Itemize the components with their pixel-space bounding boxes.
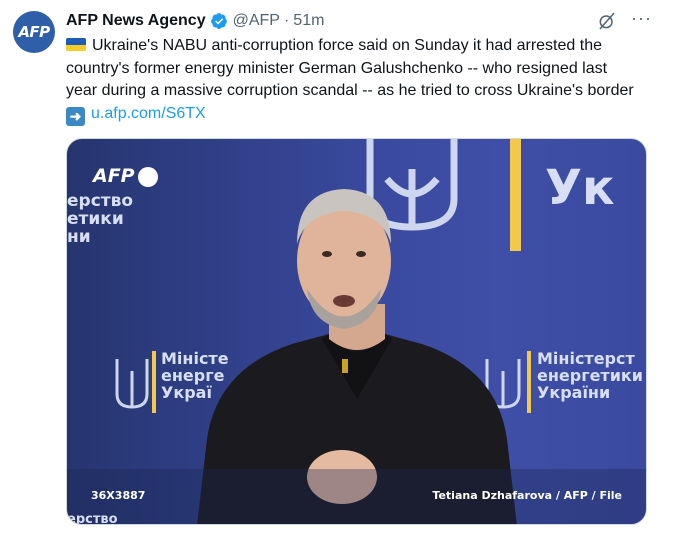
tweet-link[interactable]: u.afp.com/S6TX — [91, 105, 206, 122]
author-name[interactable]: AFP News Agency — [66, 12, 206, 30]
avatar[interactable]: AFP — [13, 11, 55, 53]
tweet-body: Ukraine's NABU anti-corruption force sai… — [66, 37, 634, 99]
tweet-text: Ukraine's NABU anti-corruption force sai… — [66, 35, 636, 126]
afp-logo-dot — [138, 167, 158, 187]
wall-text-bottom-left: ерство — [67, 512, 118, 525]
author-handle[interactable]: @AFP — [233, 12, 280, 30]
photo-credit: Tetiana Dzhafarova / AFP / File — [432, 489, 622, 502]
afp-logo: AFP — [93, 165, 135, 187]
wall-sign-left: Міністе енерге Украї — [161, 349, 229, 402]
header-actions: ··· — [597, 9, 652, 31]
separator-dot: · — [283, 12, 290, 29]
ukraine-flag-emoji — [66, 38, 86, 51]
tweet-header: AFP News Agency @AFP · 51m — [66, 10, 324, 32]
right-arrow-emoji: ➜ — [66, 106, 85, 126]
tweet-timestamp[interactable]: 51m — [293, 12, 324, 30]
tweet-card[interactable]: AFP AFP News Agency @AFP · 51m ··· Ukrai… — [0, 0, 695, 537]
more-options-icon[interactable]: ··· — [631, 9, 652, 27]
trident-emblem-left — [115, 359, 149, 409]
tweet-photo[interactable]: AFP ерство етики ни Ук Міністе енерге Ук… — [66, 138, 647, 525]
verified-badge-icon — [210, 13, 227, 29]
yellow-stripe — [510, 139, 521, 251]
wall-text-left: ерство етики ни — [67, 191, 134, 247]
wall-text-right-big: Ук — [545, 160, 615, 216]
photo-id: 36X3887 — [91, 489, 146, 502]
grok-icon[interactable] — [597, 11, 617, 31]
wall-sign-right: Міністерст енергетики України — [537, 349, 643, 402]
